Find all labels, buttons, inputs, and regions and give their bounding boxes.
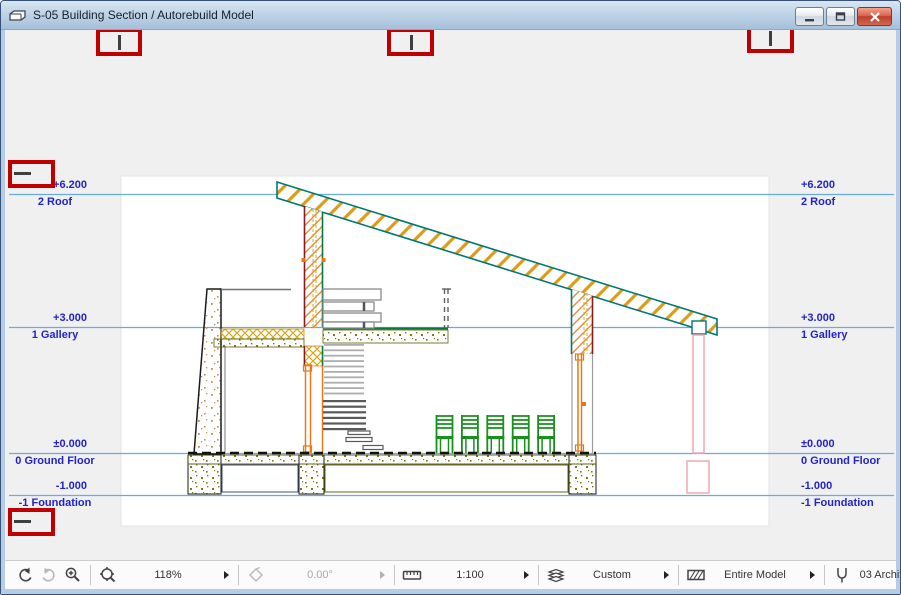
wall-right[interactable] bbox=[567, 284, 597, 453]
window-border-left bbox=[1, 30, 5, 594]
scale-value[interactable]: 1:100 bbox=[424, 569, 516, 581]
toolbar-separator bbox=[394, 565, 395, 585]
layers-value[interactable]: Custom bbox=[568, 569, 656, 581]
titlebar[interactable]: S-05 Building Section / Autorebuild Mode… bbox=[1, 1, 900, 30]
model-filter-dropdown-arrow[interactable] bbox=[810, 571, 815, 579]
section-marker-tick[interactable] bbox=[118, 35, 121, 50]
restore-button[interactable] bbox=[826, 7, 855, 26]
toolbar-separator bbox=[678, 565, 679, 585]
zoom-in-button[interactable] bbox=[61, 564, 85, 586]
pen-set-value[interactable]: 03 Architectu... bbox=[854, 569, 901, 581]
fit-in-window-icon bbox=[99, 566, 117, 584]
level-elevation: ±0.000 bbox=[801, 438, 901, 451]
level-elevation: -1.000 bbox=[801, 480, 901, 493]
close-icon bbox=[869, 12, 881, 22]
level-elevation: +3.000 bbox=[1, 312, 87, 325]
back-icon bbox=[16, 566, 34, 584]
close-button[interactable] bbox=[857, 7, 892, 26]
scale-ruler-icon bbox=[402, 566, 422, 584]
zoom-dropdown-arrow[interactable] bbox=[224, 571, 229, 579]
rotate-icon bbox=[247, 566, 265, 584]
level-name: 0 Ground Floor bbox=[1, 455, 109, 468]
bottom-toolbar: 118% 0.00° 1:100 Custom Entire Model 03 … bbox=[5, 560, 896, 589]
section-marker-tick[interactable] bbox=[14, 172, 31, 175]
foundation[interactable] bbox=[188, 453, 596, 494]
toolbar-separator bbox=[824, 565, 825, 585]
scale-dropdown-arrow[interactable] bbox=[524, 571, 529, 579]
back-button[interactable] bbox=[13, 564, 37, 586]
level-elevation: +3.000 bbox=[801, 312, 901, 325]
window-title: S-05 Building Section / Autorebuild Mode… bbox=[33, 8, 254, 22]
minimize-button[interactable] bbox=[795, 7, 824, 26]
fit-in-window-button[interactable] bbox=[96, 564, 120, 586]
level-name: 0 Ground Floor bbox=[801, 455, 901, 468]
model-filter-icon bbox=[686, 566, 706, 584]
pen-set-icon bbox=[834, 566, 850, 584]
level-name: 2 Roof bbox=[1, 196, 109, 209]
rotate-button[interactable] bbox=[244, 564, 268, 586]
zoom-in-icon bbox=[64, 566, 82, 584]
forward-button[interactable] bbox=[37, 564, 61, 586]
level-name: 1 Gallery bbox=[1, 329, 109, 342]
level-elevation: +6.200 bbox=[801, 179, 901, 192]
toolbar-separator bbox=[538, 565, 539, 585]
layers-button[interactable] bbox=[544, 564, 568, 586]
window-border-right bbox=[896, 30, 900, 594]
rotation-dropdown-arrow[interactable] bbox=[380, 571, 385, 579]
window-controls bbox=[795, 7, 892, 26]
section-drawing bbox=[1, 1, 901, 595]
level-elevation: -1.000 bbox=[1, 480, 87, 493]
section-window-icon bbox=[9, 8, 27, 23]
toolbar-separator bbox=[238, 565, 239, 585]
section-marker-tick[interactable] bbox=[14, 520, 31, 523]
level-name: 2 Roof bbox=[801, 196, 901, 209]
restore-icon bbox=[834, 11, 847, 22]
toolbar-separator bbox=[90, 565, 91, 585]
level-name: -1 Foundation bbox=[801, 497, 901, 510]
app-window: +6.200 2 Roof +3.000 1 Gallery ±0.000 0 … bbox=[0, 0, 901, 595]
level-name: 1 Gallery bbox=[801, 329, 901, 342]
minimize-icon bbox=[804, 12, 816, 22]
layers-dropdown-arrow[interactable] bbox=[664, 571, 669, 579]
forward-icon bbox=[40, 566, 58, 584]
scale-button[interactable] bbox=[400, 564, 424, 586]
zoom-level-value[interactable]: 118% bbox=[120, 569, 216, 581]
model-filter-button[interactable] bbox=[684, 564, 708, 586]
model-filter-value[interactable]: Entire Model bbox=[708, 569, 802, 581]
window-border-bottom bbox=[1, 589, 900, 594]
level-elevation: ±0.000 bbox=[1, 438, 87, 451]
rotation-value[interactable]: 0.00° bbox=[268, 569, 372, 581]
section-marker-tick[interactable] bbox=[410, 35, 413, 50]
gallery-shelves[interactable] bbox=[323, 289, 381, 328]
pen-set-button[interactable] bbox=[830, 564, 854, 586]
layers-icon bbox=[546, 566, 566, 584]
section-marker-tick[interactable] bbox=[769, 31, 772, 46]
